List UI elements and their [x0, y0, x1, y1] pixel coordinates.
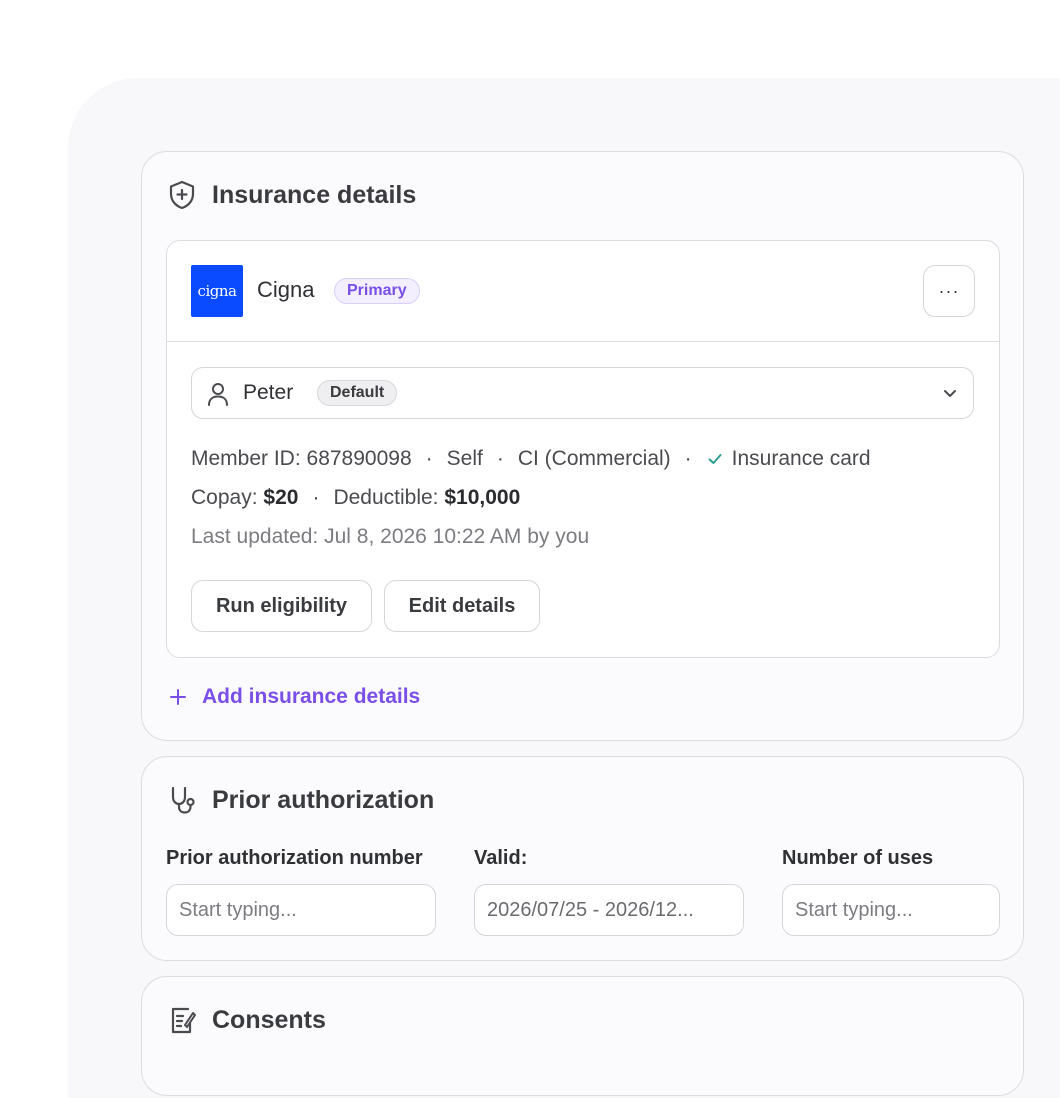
more-dots-icon: ··· [938, 280, 960, 301]
consents-card: Consents [141, 976, 1024, 1096]
person-icon [208, 383, 228, 406]
last-updated: Last updated: Jul 8, 2026 10:22 AM by yo… [191, 525, 590, 548]
valid-label: Valid: [474, 847, 528, 869]
insurance-card-link[interactable]: Insurance card [732, 447, 871, 471]
primary-badge: Primary [334, 278, 420, 304]
number-of-uses-label: Number of uses [782, 847, 934, 869]
member-id: Member ID: 687890098 [191, 447, 412, 470]
cost-info-line: Copay: $20 · Deductible: $10,000 [191, 486, 521, 509]
valid-date-range-input[interactable]: 2026/07/25 - 2026/12... [474, 884, 744, 936]
insurance-details-title: Insurance details [212, 180, 417, 209]
prior-authorization-card: Prior authorization Prior authorization … [141, 756, 1024, 961]
plus-icon [170, 689, 186, 705]
insurance-details-card: Insurance details cigna Cigna Primary ··… [141, 151, 1024, 741]
document-edit-icon [171, 1007, 196, 1034]
run-eligibility-button[interactable]: Run eligibility [191, 580, 372, 632]
plan-header: cigna Cigna Primary ··· [167, 241, 999, 342]
prior-auth-number-input[interactable]: Start typing... [166, 884, 436, 936]
deductible-value: $10,000 [444, 486, 521, 509]
member-select[interactable]: Peter Default [191, 367, 974, 419]
prior-auth-number-label: Prior authorization number [166, 847, 423, 869]
plan-type: CI (Commercial) [517, 447, 671, 470]
stethoscope-icon [171, 786, 195, 814]
insurance-details-header: Insurance details [168, 180, 416, 210]
add-insurance-label: Add insurance details [202, 685, 421, 708]
relationship: Self [446, 447, 483, 470]
consents-title: Consents [212, 1005, 326, 1034]
edit-details-button[interactable]: Edit details [384, 580, 540, 632]
cigna-logo: cigna [191, 265, 243, 317]
more-options-button[interactable]: ··· [923, 265, 975, 317]
prior-authorization-header: Prior authorization [168, 785, 434, 815]
default-badge: Default [317, 380, 398, 406]
prior-authorization-title: Prior authorization [212, 785, 435, 814]
member-info-line: Member ID: 687890098 · Self · CI (Commer… [191, 447, 871, 471]
carrier-name: Cigna [257, 277, 315, 302]
check-icon [706, 450, 724, 468]
shield-plus-icon [169, 180, 195, 210]
deductible-label: Deductible: [333, 486, 439, 509]
consents-header: Consents [168, 1005, 326, 1035]
copay-value: $20 [263, 486, 299, 509]
copay-label: Copay: [191, 486, 258, 509]
chevron-down-icon [944, 390, 956, 397]
add-insurance-button[interactable]: Add insurance details [168, 685, 420, 709]
insurance-plan-card: cigna Cigna Primary ··· Peter Default Me… [166, 240, 1000, 658]
number-of-uses-input[interactable]: Start typing... [782, 884, 1000, 936]
member-name: Peter [243, 381, 294, 404]
